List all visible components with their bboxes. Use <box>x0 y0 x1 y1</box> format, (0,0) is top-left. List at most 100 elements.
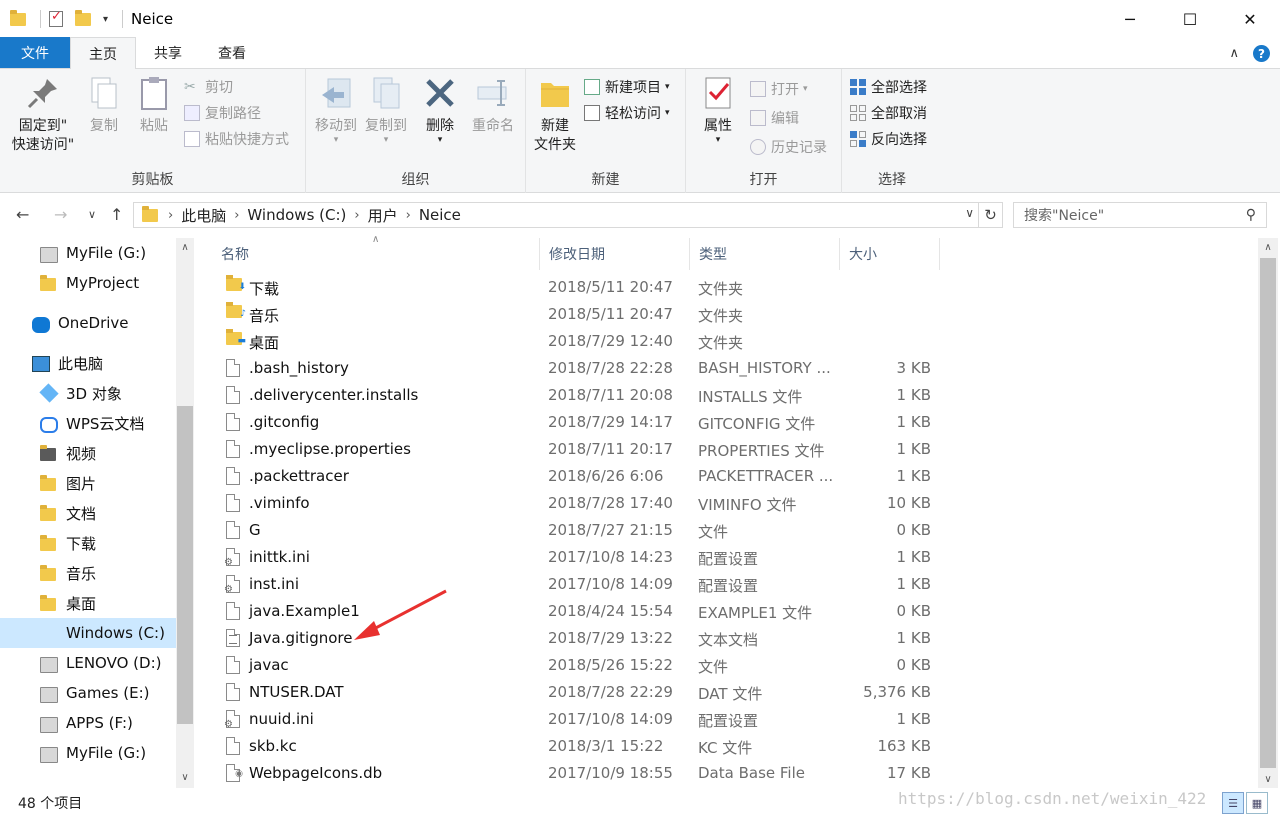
separator <box>40 10 41 28</box>
nav-item-this-pc[interactable]: 此电脑 <box>0 348 176 378</box>
nav-item-lenovo-d[interactable]: LENOVO (D:) <box>0 648 176 678</box>
file-row[interactable]: inittk.ini 2017/10/8 14:23 配置设置 1 KB <box>216 544 1140 571</box>
nav-item-myproject[interactable]: MyProject <box>0 268 176 298</box>
pin-quick-access-button[interactable]: 固定到" 快速访问" <box>8 75 78 155</box>
tab-view[interactable]: 查看 <box>200 37 264 68</box>
file-row[interactable]: nuuid.ini 2017/10/8 14:09 配置设置 1 KB <box>216 706 1140 733</box>
new-folder-button[interactable]: 新建 文件夹 <box>530 75 580 155</box>
edit-button[interactable]: 编辑 <box>750 106 799 130</box>
copy-button[interactable]: 复制 <box>84 75 124 136</box>
scroll-down-icon[interactable]: ∨ <box>1258 770 1278 788</box>
column-header-type[interactable]: 类型 <box>690 238 840 270</box>
column-header-size[interactable]: 大小 <box>840 238 940 270</box>
file-row[interactable]: ♪ 音乐 2018/5/11 20:47 文件夹 <box>216 301 1140 328</box>
tab-home[interactable]: 主页 <box>70 37 136 69</box>
nav-item-apps-f[interactable]: APPS (F:) <box>0 708 176 738</box>
new-item-button[interactable]: 新建项目 ▾ <box>584 75 670 99</box>
scroll-down-icon[interactable]: ∨ <box>176 768 194 786</box>
window-title: Neice <box>131 10 174 28</box>
file-icon <box>226 656 240 674</box>
file-row[interactable]: ▬ 桌面 2018/7/29 12:40 文件夹 <box>216 328 1140 355</box>
file-name: Java.gitignore <box>249 629 353 647</box>
delete-button[interactable]: 删除 ▾ <box>420 75 460 145</box>
up-arrow-icon[interactable]: ↑ <box>110 205 123 224</box>
properties-icon[interactable] <box>49 9 63 27</box>
file-row[interactable]: G 2018/7/27 21:15 文件 0 KB <box>216 517 1140 544</box>
refresh-button[interactable]: ↻ <box>979 202 1003 228</box>
nav-item-music[interactable]: 音乐 <box>0 558 176 588</box>
file-row[interactable]: javac 2018/5/26 15:22 文件 0 KB <box>216 652 1140 679</box>
nav-item-desktop[interactable]: 桌面 <box>0 588 176 618</box>
file-row[interactable]: ◉ WebpageIcons.db 2017/10/9 18:55 Data Base… <box>216 760 1140 787</box>
file-row[interactable]: .viminfo 2018/7/28 17:40 VIMINFO 文件 10 KB <box>216 490 1140 517</box>
file-row[interactable]: .myeclipse.properties 2018/7/11 20:17 PROP… <box>216 436 1140 463</box>
file-row[interactable]: ⬇ 下载 2018/5/11 20:47 文件夹 <box>216 274 1140 301</box>
file-row[interactable]: .deliverycenter.installs 2018/7/11 20:08 I… <box>216 382 1140 409</box>
column-header-date[interactable]: 修改日期 <box>540 238 690 270</box>
file-row[interactable]: skb.kc 2018/3/1 15:22 KC 文件 163 KB <box>216 733 1140 760</box>
nav-item-games-e[interactable]: Games (E:) <box>0 678 176 708</box>
file-date: 2018/3/1 15:22 <box>548 737 664 755</box>
open-button[interactable]: 打开 ▾ <box>750 77 808 101</box>
scrollbar-thumb[interactable] <box>177 406 193 724</box>
breadcrumb-neice[interactable]: Neice <box>419 206 461 224</box>
address-bar[interactable]: › 此电脑 › Windows (C:) › 用户 › Neice ∨ <box>133 202 979 228</box>
ribbon-collapse-icon[interactable]: ∧ <box>1229 46 1239 61</box>
nav-item-pictures[interactable]: 图片 <box>0 468 176 498</box>
file-row[interactable]: .gitconfig 2018/7/29 14:17 GITCONFIG 文件 1 K… <box>216 409 1140 436</box>
nav-item-3d-objects[interactable]: 3D 对象 <box>0 378 176 408</box>
nav-item-label: WPS云文档 <box>66 414 145 433</box>
breadcrumb-windows-c[interactable]: Windows (C:) <box>247 206 346 224</box>
maximize-button[interactable]: ☐ <box>1160 0 1220 38</box>
move-to-button[interactable]: 移动到 ▾ <box>312 75 360 145</box>
nav-item-documents[interactable]: 文档 <box>0 498 176 528</box>
properties-button[interactable]: 属性 ▾ <box>696 75 740 145</box>
nav-pane-scrollbar[interactable]: ∧ ∨ <box>176 238 194 788</box>
nav-item-wps-cloud[interactable]: WPS云文档 <box>0 408 176 438</box>
address-dropdown-chevron-icon[interactable]: ∨ <box>965 206 974 220</box>
details-view-button[interactable]: ☰ <box>1222 792 1244 814</box>
column-header-name[interactable]: 名称 <box>212 238 540 270</box>
file-row[interactable]: NTUSER.DAT 2018/7/28 22:29 DAT 文件 5,376 KB <box>216 679 1140 706</box>
paste-button[interactable]: 粘贴 <box>134 75 174 136</box>
select-all-button[interactable]: 全部选择 <box>850 75 927 99</box>
close-button[interactable]: ✕ <box>1220 0 1280 38</box>
forward-arrow-icon[interactable]: → <box>54 205 67 224</box>
copy-to-button[interactable]: 复制到 ▾ <box>362 75 410 145</box>
file-list-scrollbar[interactable]: ∧ ∨ <box>1258 238 1278 788</box>
recent-locations-chevron-icon[interactable]: ∨ <box>88 208 96 221</box>
scroll-up-icon[interactable]: ∧ <box>176 238 194 256</box>
nav-item-videos[interactable]: 视频 <box>0 438 176 468</box>
nav-item-myfile-g[interactable]: MyFile (G:) <box>0 238 176 268</box>
breadcrumb-users[interactable]: 用户 <box>368 205 398 226</box>
easy-access-button[interactable]: 轻松访问 ▾ <box>584 101 670 125</box>
nav-item-windows-c[interactable]: Windows (C:) <box>0 618 176 648</box>
tab-share[interactable]: 共享 <box>136 37 200 68</box>
minimize-button[interactable]: ─ <box>1100 0 1160 38</box>
nav-item-myfile-g-2[interactable]: MyFile (G:) <box>0 738 176 768</box>
invert-selection-button[interactable]: 反向选择 <box>850 127 927 151</box>
file-type: 配置设置 <box>698 577 759 595</box>
search-input[interactable]: 搜索"Neice" ⚲ <box>1013 202 1267 228</box>
help-icon[interactable]: ? <box>1253 45 1270 62</box>
tab-file[interactable]: 文件 <box>0 37 70 68</box>
file-name: .bash_history <box>249 359 349 377</box>
copy-path-button[interactable]: 复制路径 <box>184 101 261 125</box>
paste-shortcut-button[interactable]: 粘贴快捷方式 <box>184 127 289 151</box>
scrollbar-thumb[interactable] <box>1260 258 1276 768</box>
cut-button[interactable]: ✂ 剪切 <box>184 75 233 99</box>
large-icons-view-button[interactable]: ▦ <box>1246 792 1268 814</box>
file-row[interactable]: .packettracer 2018/6/26 6:06 PACKETTRACER … <box>216 463 1140 490</box>
new-folder-icon[interactable] <box>75 9 91 26</box>
nav-item-downloads[interactable]: 下载 <box>0 528 176 558</box>
rename-button[interactable]: 重命名 <box>468 75 518 136</box>
file-name: skb.kc <box>249 737 297 755</box>
file-row[interactable]: .bash_history 2018/7/28 22:28 BASH_HISTORY… <box>216 355 1140 382</box>
breadcrumb-this-pc[interactable]: 此电脑 <box>181 205 226 226</box>
scroll-up-icon[interactable]: ∧ <box>1258 238 1278 256</box>
nav-item-onedrive[interactable]: OneDrive <box>0 308 176 338</box>
history-button[interactable]: 历史记录 <box>750 135 827 159</box>
chevron-down-icon[interactable]: ▾ <box>103 14 108 25</box>
select-none-button[interactable]: 全部取消 <box>850 101 927 125</box>
back-arrow-icon[interactable]: ← <box>16 205 29 224</box>
